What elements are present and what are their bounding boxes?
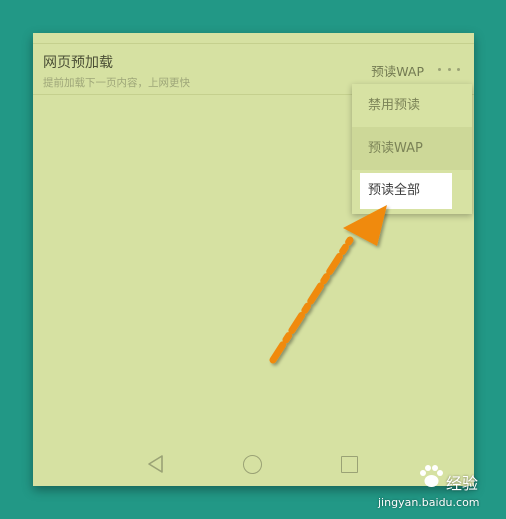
watermark: 经验 jingyan.baidu.com bbox=[376, 460, 496, 516]
phone-screen: 网页预加载 提前加载下一页内容，上网更快 预读WAP 禁用预读 预读WAP 预读… bbox=[33, 33, 474, 486]
more-horizontal-icon[interactable] bbox=[438, 66, 460, 72]
baidu-paw-logo-icon bbox=[420, 465, 443, 487]
home-circle-icon[interactable] bbox=[243, 455, 262, 474]
watermark-brand: 经验 bbox=[446, 474, 479, 493]
preload-options-menu: 禁用预读 预读WAP 预读全部 bbox=[352, 84, 472, 214]
menu-item-preload-all[interactable]: 预读全部 bbox=[360, 173, 452, 209]
setting-current-value: 预读WAP bbox=[371, 64, 424, 79]
back-triangle-icon[interactable] bbox=[146, 454, 166, 474]
watermark-url: jingyan.baidu.com bbox=[378, 496, 480, 509]
setting-subtitle: 提前加载下一页内容，上网更快 bbox=[43, 77, 190, 89]
recent-square-icon[interactable] bbox=[341, 456, 358, 473]
setting-title: 网页预加载 bbox=[43, 55, 113, 71]
menu-item-preload-wap[interactable]: 预读WAP bbox=[352, 127, 472, 170]
menu-item-disable-preload[interactable]: 禁用预读 bbox=[352, 84, 472, 127]
